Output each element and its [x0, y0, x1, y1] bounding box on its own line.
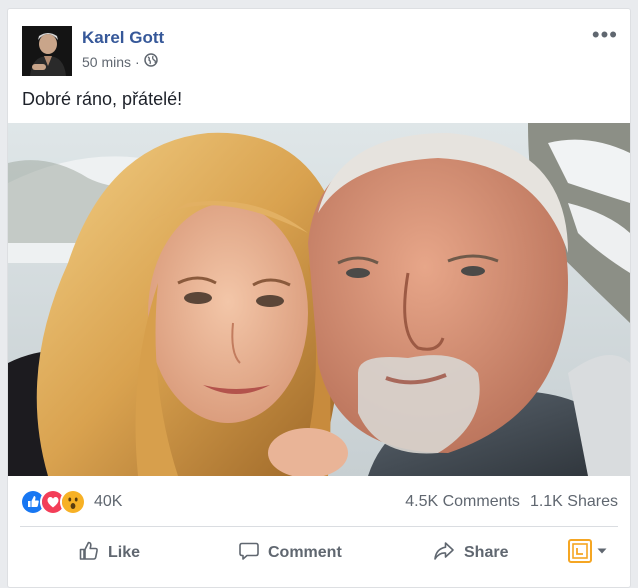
- post-status-text: Dobré ráno, přátelé!: [22, 89, 183, 109]
- post-photo[interactable]: [8, 123, 630, 476]
- author-name[interactable]: Karel Gott: [82, 28, 164, 48]
- share-label: Share: [464, 544, 509, 561]
- share-icon: [432, 540, 456, 567]
- post-as-selector[interactable]: [568, 538, 608, 568]
- comments-count[interactable]: 4.5K Comments: [405, 493, 520, 511]
- post-actions: Like Comment Share: [20, 531, 618, 575]
- reactions-bar: 40K 4.5K Comments 1.1K Shares: [20, 484, 618, 520]
- reaction-count[interactable]: 40K: [94, 493, 122, 511]
- reaction-icons[interactable]: [20, 489, 86, 515]
- wow-icon: [60, 489, 86, 515]
- more-options-icon[interactable]: •••: [592, 24, 618, 46]
- comment-label: Comment: [268, 544, 342, 561]
- shares-count[interactable]: 1.1K Shares: [530, 493, 618, 511]
- like-button[interactable]: Like: [78, 540, 140, 567]
- author-avatar[interactable]: [22, 26, 72, 76]
- page-icon: [568, 538, 592, 568]
- thumbs-up-icon: [78, 540, 100, 567]
- meta-separator: ·: [135, 53, 140, 70]
- share-button[interactable]: Share: [432, 540, 508, 567]
- comment-icon: [238, 540, 260, 567]
- like-label: Like: [108, 544, 141, 561]
- post-time[interactable]: 50 mins: [82, 54, 131, 70]
- post-meta: 50 mins ·: [82, 53, 158, 70]
- actions-divider: [20, 526, 618, 527]
- post-header: Karel Gott 50 mins · •••: [22, 24, 618, 78]
- post-card: Karel Gott 50 mins · ••• Dobré ráno, přá…: [7, 8, 631, 588]
- engagement-counts: 4.5K Comments 1.1K Shares: [405, 493, 618, 511]
- comment-button[interactable]: Comment: [238, 540, 342, 567]
- chevron-down-icon: [596, 544, 608, 562]
- globe-icon[interactable]: [143, 53, 158, 70]
